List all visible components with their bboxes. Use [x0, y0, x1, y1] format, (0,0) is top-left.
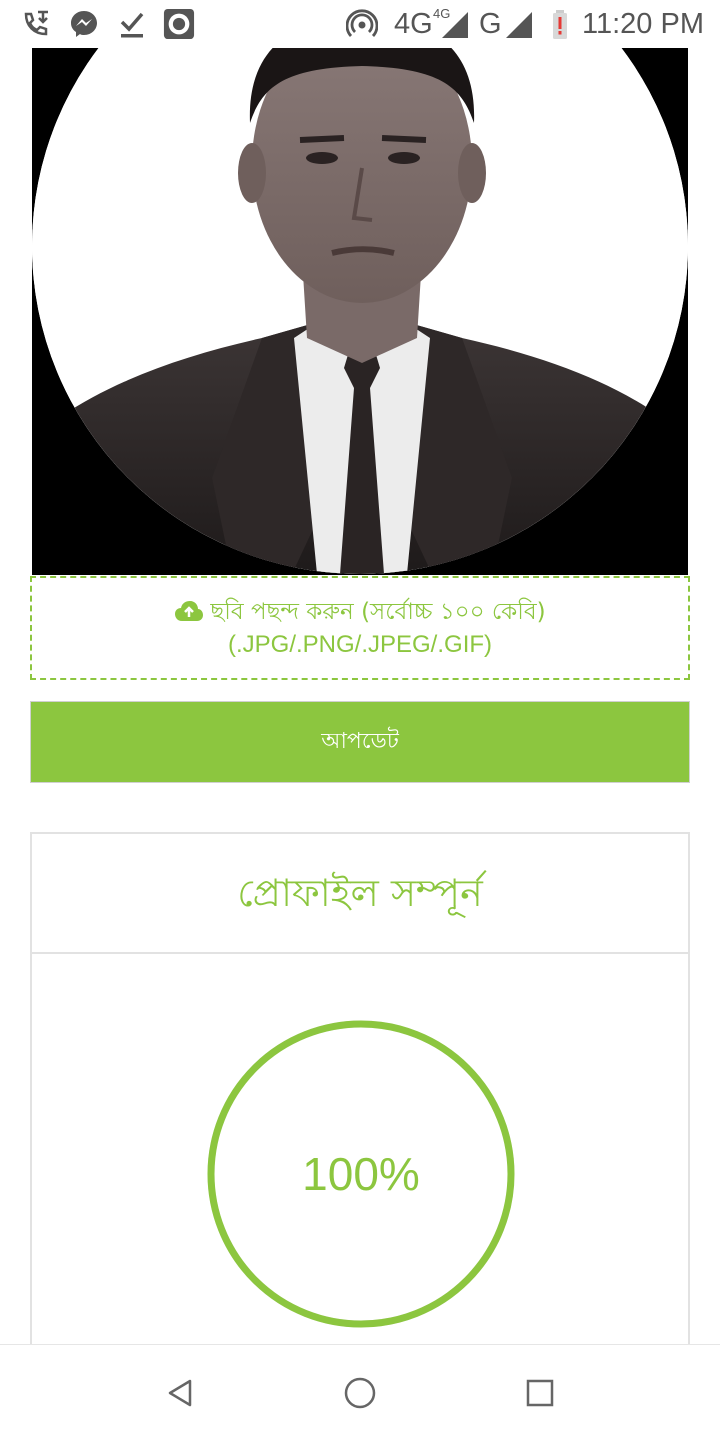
panel-title: প্রোফাইল সম্পূর্ন: [32, 834, 688, 954]
navigation-bar: [0, 1344, 720, 1440]
messenger-icon: [71, 11, 97, 37]
recents-icon[interactable]: [520, 1373, 560, 1413]
back-icon[interactable]: [160, 1373, 200, 1413]
status-bar: 4G 4G G 11:20 PM: [0, 0, 720, 48]
camera-app-icon: [163, 8, 195, 40]
download-done-icon: [120, 12, 144, 38]
cloud-upload-icon: [175, 601, 204, 621]
profile-photo: [32, 48, 688, 575]
screen: 4G 4G G 11:20 PM ছবি পছন্দ করুন (সর্বোচ্…: [0, 0, 720, 1440]
upload-label: ছবি পছন্দ করুন (সর্বোচ্চ ১০০ কেবি): [210, 599, 546, 625]
photo-upload-dropzone[interactable]: ছবি পছন্দ করুন (সর্বোচ্চ ১০০ কেবি) (.JPG…: [30, 576, 690, 680]
secondary-network-label: G: [479, 8, 502, 40]
progress-ring: 100%: [207, 1020, 515, 1328]
network-type-label: 4G: [394, 8, 433, 40]
profile-photo-circle: [32, 48, 688, 574]
signal-icon: [442, 12, 468, 38]
update-button[interactable]: আপডেট: [30, 701, 690, 783]
home-icon[interactable]: [340, 1373, 380, 1413]
battery-low-icon: [553, 10, 567, 39]
wifi-call-icon: [24, 10, 48, 36]
status-time: 11:20 PM: [582, 8, 704, 40]
upload-instructions: ছবি পছন্দ করুন (সর্বোচ্চ ১০০ কেবি): [32, 596, 688, 628]
signal-icon: [506, 12, 532, 38]
hotspot-icon: [346, 9, 378, 37]
progress-percentage: 100%: [302, 1148, 420, 1200]
upload-formats: (.JPG/.PNG/.JPEG/.GIF): [227, 631, 493, 658]
profile-portrait: [32, 48, 688, 574]
